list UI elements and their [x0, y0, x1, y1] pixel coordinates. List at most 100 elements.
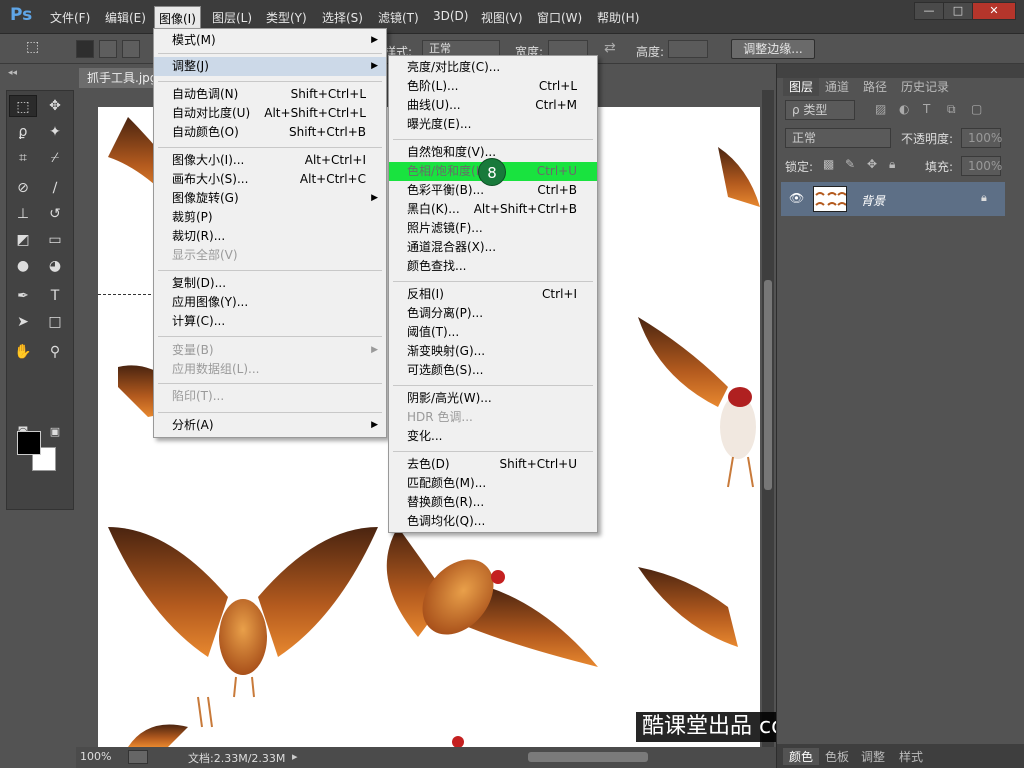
menu-file[interactable]: 文件(F) [46, 8, 94, 27]
menu-layer[interactable]: 图层(L) [208, 8, 256, 27]
opacity-input[interactable]: 100% [961, 128, 1002, 148]
tab-color[interactable]: 颜色 [783, 748, 820, 765]
menu-type[interactable]: 类型(Y) [262, 8, 311, 27]
move-tool-icon[interactable]: ✥ [41, 95, 69, 117]
lock-pixels-icon[interactable]: ▩ [823, 157, 834, 171]
adjust-menu-item-18[interactable]: 变化... [389, 427, 597, 446]
image-menu-item-1[interactable]: 调整(J) ▶ [154, 57, 386, 76]
adjust-menu-item-10[interactable]: 颜色查找... [389, 257, 597, 276]
menu-view[interactable]: 视图(V) [477, 8, 527, 27]
image-menu-item-12[interactable]: 应用图像(Y)... [154, 293, 386, 312]
menu-edit[interactable]: 编辑(E) [101, 8, 150, 27]
lasso-tool-icon[interactable]: ϼ [9, 121, 37, 143]
tab-styles[interactable]: 样式 [893, 748, 929, 765]
image-menu-item-2[interactable]: 自动色调(N) Shift+Ctrl+L [154, 85, 386, 104]
adjust-menu-item-11[interactable]: 反相(I) Ctrl+I [389, 285, 597, 304]
brush-tool-icon[interactable]: ∕ [41, 177, 69, 199]
visibility-eye-icon[interactable]: 👁︎ [789, 191, 804, 205]
shape-tool-icon[interactable]: □ [41, 311, 69, 333]
stamp-tool-icon[interactable]: ⊥ [9, 203, 37, 225]
magic-wand-icon[interactable]: ✦ [41, 121, 69, 143]
healing-brush-icon[interactable]: ⊘ [9, 177, 37, 199]
image-menu-item-6[interactable]: 画布大小(S)... Alt+Ctrl+C [154, 170, 386, 189]
adjust-menu-item-22[interactable]: 色调均化(Q)... [389, 512, 597, 531]
screen-mode-icon[interactable]: ▣ [41, 421, 69, 443]
tab-layers[interactable]: 图层 [783, 78, 820, 96]
image-menu-item-17[interactable]: 分析(A) ▶ [154, 416, 386, 435]
path-select-icon[interactable]: ➤ [9, 311, 37, 333]
adjust-menu-item-2[interactable]: 曲线(U)... Ctrl+M [389, 96, 597, 115]
adjust-menu-item-19[interactable]: 去色(D) Shift+Ctrl+U [389, 455, 597, 474]
filter-adjust-icon[interactable]: ◐ [899, 102, 909, 116]
adjust-menu-item-3[interactable]: 曝光度(E)... [389, 115, 597, 134]
lock-brush-icon[interactable]: ✎ [845, 157, 855, 171]
image-menu-item-9[interactable]: 裁切(R)... [154, 227, 386, 246]
filter-shape-icon[interactable]: ⧉ [947, 102, 956, 117]
add-selection-icon[interactable] [99, 40, 117, 58]
crop-tool-icon[interactable]: ⌗ [9, 147, 37, 169]
filter-pixel-icon[interactable]: ▨ [875, 102, 886, 116]
close-button[interactable]: ✕ [972, 2, 1016, 20]
image-menu-item-0[interactable]: 模式(M) ▶ [154, 31, 386, 50]
tab-swatches[interactable]: 色板 [819, 748, 855, 765]
adjust-menu-item-1[interactable]: 色阶(L)... Ctrl+L [389, 77, 597, 96]
adjust-menu-item-8[interactable]: 照片滤镜(F)... [389, 219, 597, 238]
tab-history[interactable]: 历史记录 [895, 78, 955, 96]
tab-paths[interactable]: 路径 [857, 78, 893, 96]
adjust-menu-item-13[interactable]: 阈值(T)... [389, 323, 597, 342]
filter-type-icon[interactable]: T [923, 102, 930, 116]
collapse-icon[interactable]: ◂◂ [8, 68, 17, 78]
zoom-tool-icon[interactable]: ⚲ [41, 341, 69, 363]
vertical-scroll-thumb[interactable] [764, 280, 772, 490]
adjust-menu-item-12[interactable]: 色调分离(P)... [389, 304, 597, 323]
adjust-menu-item-14[interactable]: 渐变映射(G)... [389, 342, 597, 361]
status-options-icon[interactable] [128, 750, 148, 764]
height-input[interactable] [668, 40, 708, 58]
new-selection-icon[interactable] [76, 40, 94, 58]
image-menu-item-4[interactable]: 自动颜色(O) Shift+Ctrl+B [154, 123, 386, 142]
type-tool-icon[interactable]: T [41, 285, 69, 307]
hand-tool-icon[interactable]: ✋ [9, 341, 37, 363]
maximize-button[interactable]: □ [943, 2, 973, 20]
menu-3d[interactable]: 3D(D) [429, 8, 472, 24]
horizontal-scroll-thumb[interactable] [528, 752, 648, 762]
adjust-menu-item-16[interactable]: 阴影/高光(W)... [389, 389, 597, 408]
image-menu-item-5[interactable]: 图像大小(I)... Alt+Ctrl+I [154, 151, 386, 170]
menu-help[interactable]: 帮助(H) [593, 8, 643, 27]
gradient-tool-icon[interactable]: ▭ [41, 229, 69, 251]
vertical-scrollbar[interactable] [762, 90, 774, 748]
dodge-tool-icon[interactable]: ◕ [41, 255, 69, 277]
document-tab[interactable]: 抓手工具.jpg [79, 68, 159, 88]
layer-row-background[interactable]: 👁︎ 背景 🔒︎ [781, 182, 1005, 216]
image-menu-item-13[interactable]: 计算(C)... [154, 312, 386, 331]
lock-all-icon[interactable]: 🔒︎ [889, 157, 895, 172]
eraser-tool-icon[interactable]: ◩ [9, 229, 37, 251]
pen-tool-icon[interactable]: ✒ [9, 285, 37, 307]
filter-smart-icon[interactable]: ▢ [971, 102, 982, 116]
image-menu-item-7[interactable]: 图像旋转(G) ▶ [154, 189, 386, 208]
lock-position-icon[interactable]: ✥ [867, 157, 877, 171]
tab-channels[interactable]: 通道 [819, 78, 855, 96]
layer-filter-select[interactable]: ρ 类型 [785, 100, 855, 120]
blur-tool-icon[interactable]: ● [9, 255, 37, 277]
image-menu-item-11[interactable]: 复制(D)... [154, 274, 386, 293]
tab-adjustments[interactable]: 调整 [855, 748, 891, 765]
adjust-menu-item-0[interactable]: 亮度/对比度(C)... [389, 58, 597, 77]
zoom-level[interactable]: 100% [80, 750, 111, 763]
swap-icon[interactable]: ⇄ [604, 40, 616, 56]
adjust-menu-item-21[interactable]: 替换颜色(R)... [389, 493, 597, 512]
menu-window[interactable]: 窗口(W) [533, 8, 586, 27]
marquee-preset-icon[interactable]: ⬚ [26, 39, 44, 57]
status-arrow-icon[interactable]: ▸ [292, 750, 298, 763]
adjust-menu-item-7[interactable]: 黑白(K)... Alt+Shift+Ctrl+B [389, 200, 597, 219]
adjust-menu-item-9[interactable]: 通道混合器(X)... [389, 238, 597, 257]
refine-edge-button[interactable]: 调整边缘... [731, 39, 815, 59]
image-menu-item-3[interactable]: 自动对比度(U) Alt+Shift+Ctrl+L [154, 104, 386, 123]
foreground-color-swatch[interactable] [17, 431, 41, 455]
history-brush-icon[interactable]: ↺ [41, 203, 69, 225]
menu-filter[interactable]: 滤镜(T) [374, 8, 423, 27]
marquee-tool-icon[interactable]: ⬚ [9, 95, 37, 117]
subtract-selection-icon[interactable] [122, 40, 140, 58]
adjust-menu-item-20[interactable]: 匹配颜色(M)... [389, 474, 597, 493]
blend-mode-select[interactable]: 正常 [785, 128, 891, 148]
